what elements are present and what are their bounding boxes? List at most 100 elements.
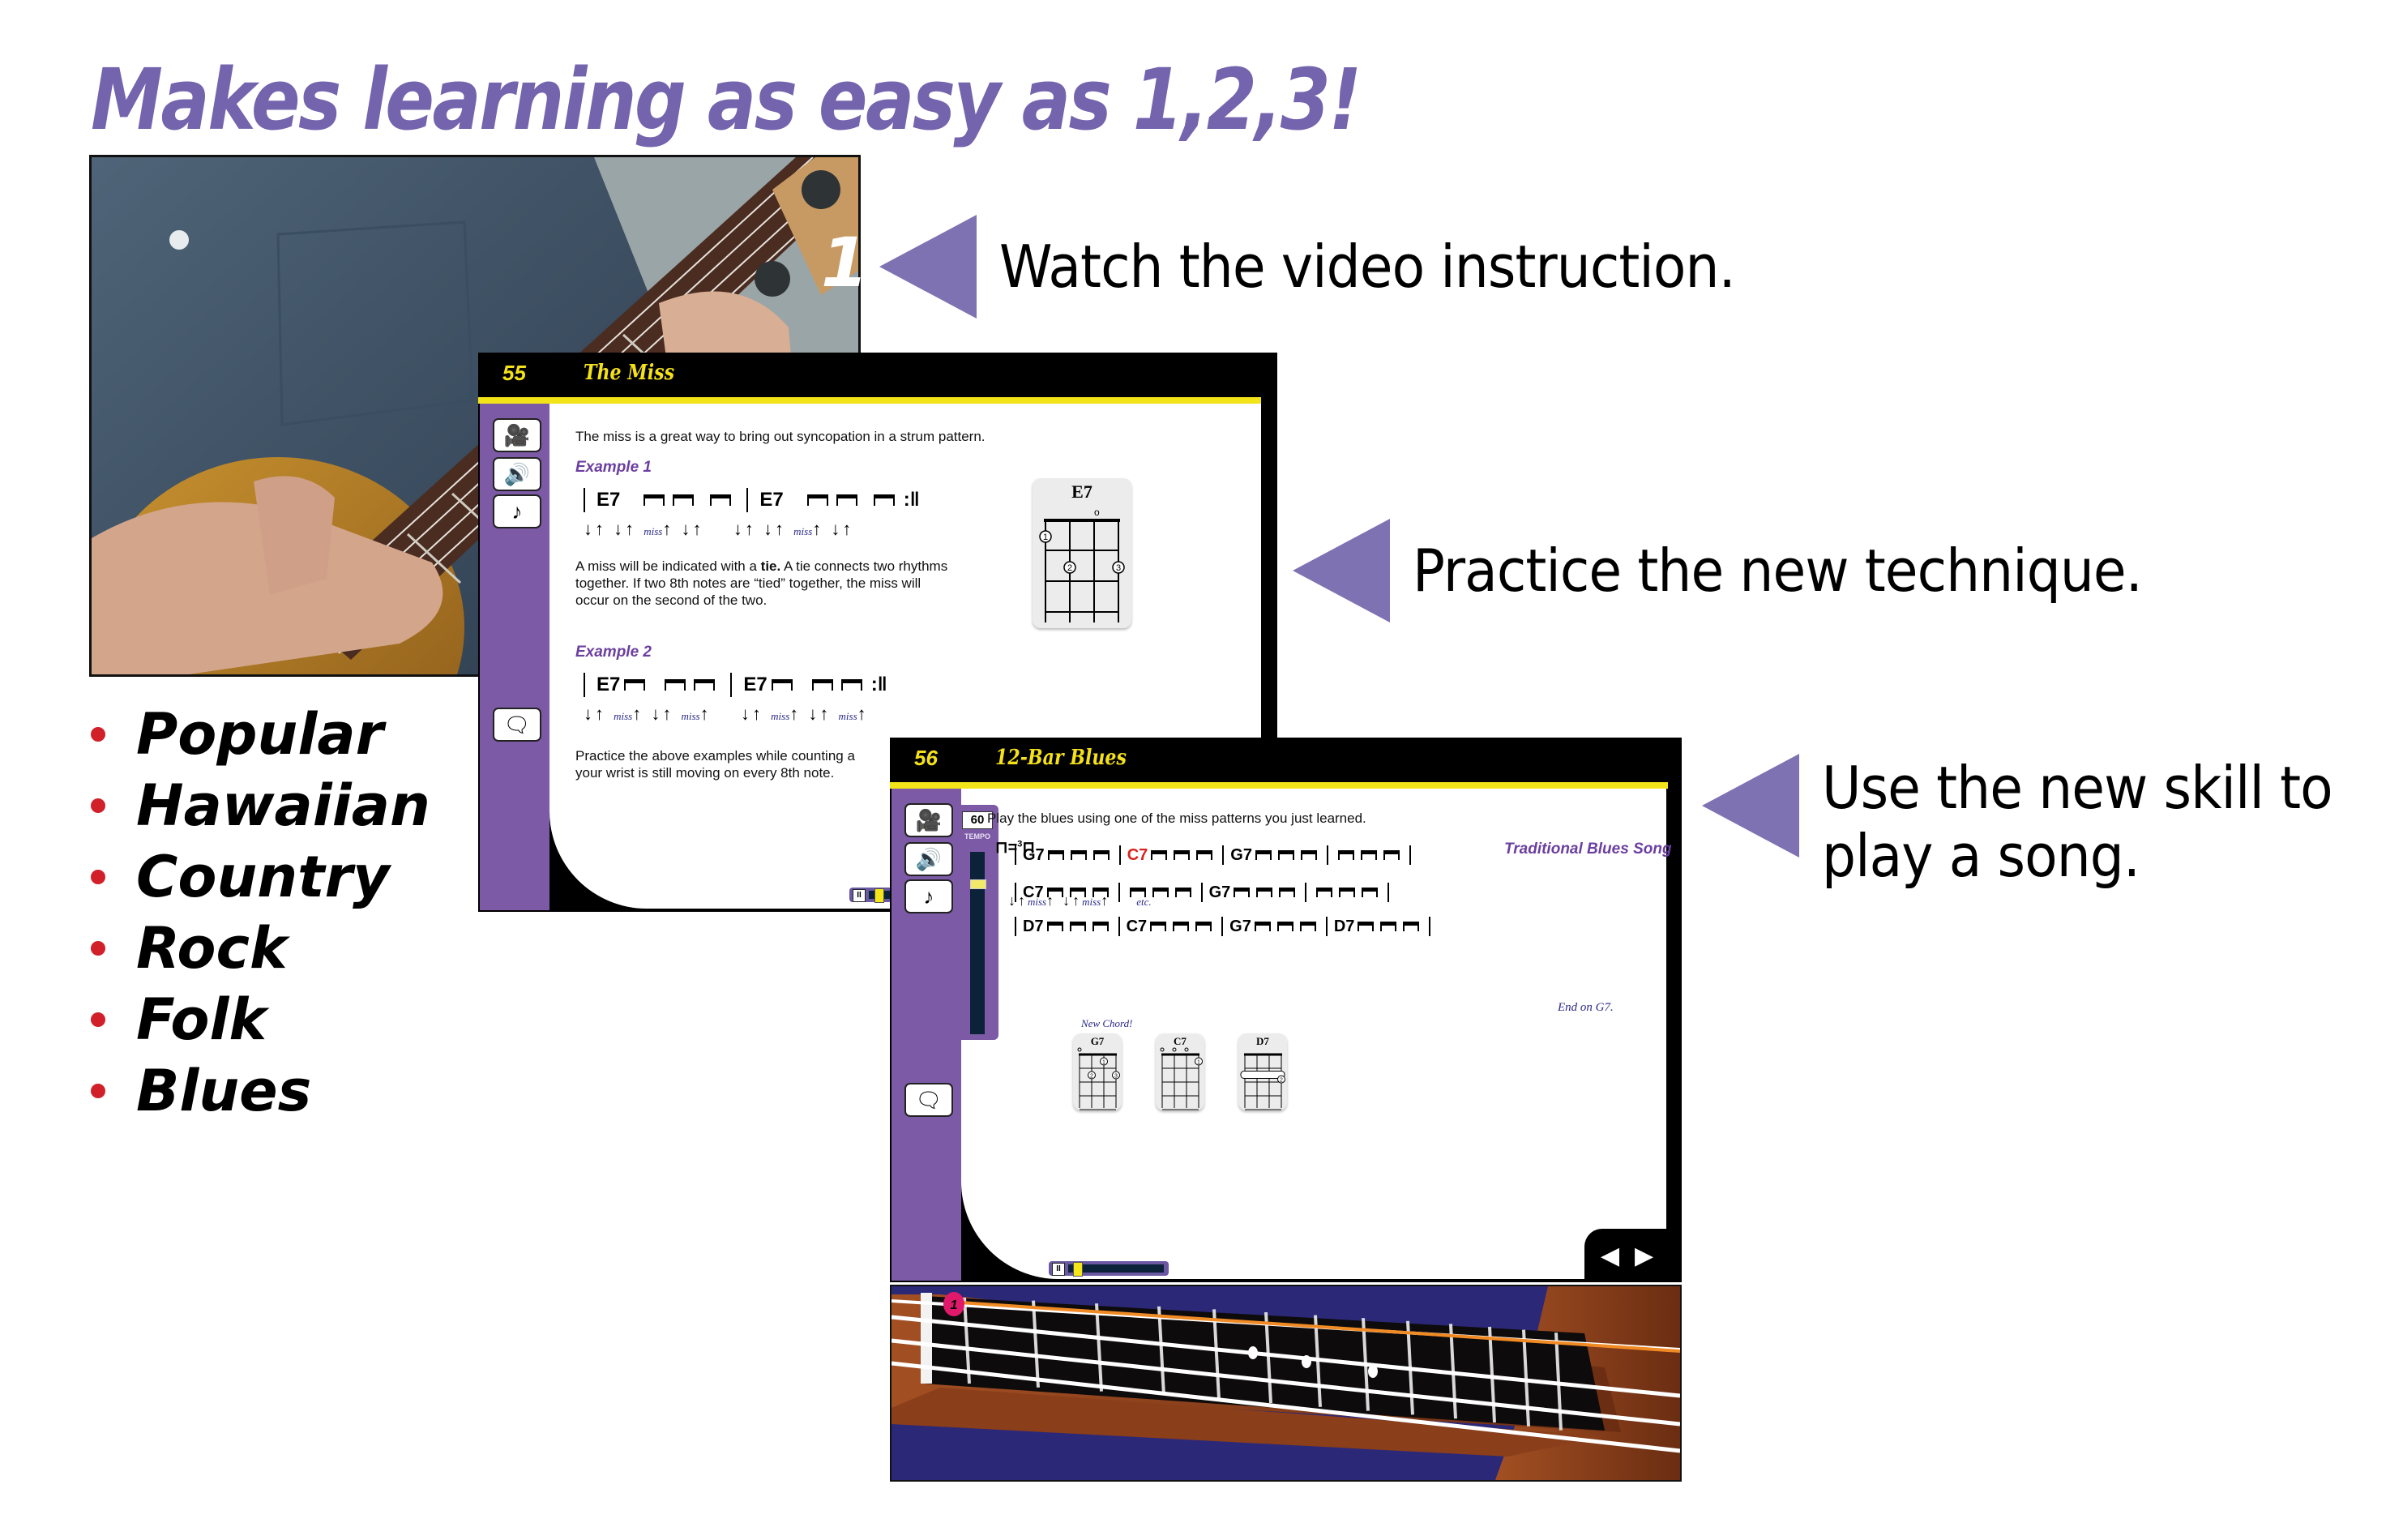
video-icon[interactable]: 🎥 bbox=[493, 418, 541, 452]
chord-grid: 1 bbox=[1160, 1047, 1203, 1110]
audio-icon[interactable]: 🔊 bbox=[904, 842, 953, 876]
example-1-strum: ↓↑ ↓↑ miss↑ ↓↑ ↓↑ ↓↑ miss↑ ↓↑ bbox=[584, 519, 854, 539]
progress-track[interactable] bbox=[1068, 1262, 1164, 1277]
example-2-label: Example 2 bbox=[575, 644, 652, 661]
step-1-callout: 1 Watch the video instruction. bbox=[821, 215, 1799, 319]
step-arrow-icon: 2 bbox=[1234, 519, 1390, 622]
svg-text:2: 2 bbox=[1090, 1074, 1093, 1080]
chord-diagram-e7: E7 o 1 2 3 bbox=[1033, 478, 1131, 628]
svg-text:2: 2 bbox=[1067, 563, 1072, 573]
svg-text:3: 3 bbox=[1116, 563, 1121, 573]
bullet-dot-icon bbox=[91, 870, 105, 884]
pause-icon[interactable]: II bbox=[853, 889, 866, 902]
step-3-callout: 3 Use the new skill to play a song. bbox=[1644, 754, 2377, 890]
example-2-rhythm: E7 E7 :‖ bbox=[572, 673, 887, 697]
intro-text: The miss is a great way to bring out syn… bbox=[575, 429, 986, 444]
header-divider bbox=[478, 397, 1261, 404]
bullet-dot-icon bbox=[91, 1084, 105, 1098]
step-text: Watch the video instruction. bbox=[999, 233, 1736, 301]
chord-symbol: C7 bbox=[1126, 917, 1148, 935]
audio-icon[interactable]: 🔊 bbox=[493, 457, 541, 491]
chord-symbol: D7 bbox=[1333, 917, 1355, 935]
song-title: Traditional Blues Song bbox=[1504, 841, 1672, 858]
step-text: Use the new skill to play a song. bbox=[1822, 754, 2333, 890]
page-navigation: ◀ ▶ bbox=[1584, 1229, 1680, 1281]
lesson-content: 60 TEMPO Play the blues using one of the… bbox=[956, 789, 1672, 1279]
svg-text:1: 1 bbox=[1043, 533, 1048, 542]
bullet-dot-icon bbox=[91, 727, 105, 742]
video-icon[interactable]: 🎥 bbox=[904, 803, 953, 837]
chord-symbol: D7 bbox=[1023, 917, 1044, 935]
notation-icon[interactable]: ♪ bbox=[493, 494, 541, 528]
page-number: 55 bbox=[502, 361, 526, 385]
lesson-sidebar: 🎥 🔊 ♪ 🗨 bbox=[480, 404, 549, 910]
explanation-text: A miss will be indicated with a tie. A t… bbox=[575, 558, 948, 608]
bullet-dot-icon bbox=[91, 941, 105, 956]
blues-row: G7 C7 G7 bbox=[1008, 845, 1417, 865]
practice-text: Practice the above examples while counti… bbox=[575, 748, 855, 781]
chord-diagram-c7: C7 1 bbox=[1156, 1033, 1204, 1110]
notation-icon[interactable]: ♪ bbox=[904, 879, 953, 913]
intro-text: Play the blues using one of the miss pat… bbox=[987, 811, 1366, 826]
genre-list: Popular Hawaiian Country Rock Folk Blues bbox=[91, 699, 430, 1127]
step-arrow-icon: 3 bbox=[1644, 754, 1799, 858]
genre-item: Country bbox=[91, 841, 430, 913]
chord-grid: 2 bbox=[1240, 1053, 1285, 1110]
genre-item: Popular bbox=[91, 699, 430, 770]
step-text-line: play a song. bbox=[1822, 822, 2140, 890]
step-arrow-icon: 1 bbox=[821, 215, 977, 319]
chord-symbol: G7 bbox=[1230, 845, 1252, 864]
example-1-label: Example 1 bbox=[575, 459, 652, 476]
chord-grid: 1 2 3 bbox=[1077, 1047, 1120, 1110]
chord-grid: o 1 2 3 bbox=[1039, 507, 1125, 622]
step-text-line: Use the new skill to bbox=[1822, 754, 2333, 822]
tempo-knob[interactable] bbox=[970, 879, 986, 889]
svg-text:3: 3 bbox=[1114, 1074, 1118, 1080]
step-text: Practice the new technique. bbox=[1413, 537, 2143, 605]
prev-page-icon[interactable]: ◀ bbox=[1601, 1242, 1619, 1270]
lesson-title: The Miss bbox=[584, 361, 675, 385]
svg-text:1: 1 bbox=[1102, 1060, 1105, 1066]
lesson-header: 55 The Miss bbox=[478, 353, 1277, 397]
progress-knob[interactable] bbox=[874, 888, 884, 903]
tempo-track[interactable] bbox=[970, 852, 986, 1034]
page-number: 56 bbox=[914, 746, 938, 770]
headline: Makes learning as easy as 1,2,3! bbox=[91, 50, 1362, 149]
progress-knob[interactable] bbox=[1072, 1262, 1083, 1277]
ukulele-fretboard-image: 1 bbox=[892, 1286, 1680, 1480]
genre-item: Rock bbox=[91, 913, 430, 984]
playback-progress-bar[interactable]: II bbox=[1049, 1261, 1169, 1277]
svg-text:1: 1 bbox=[1197, 1060, 1200, 1066]
chord-symbol: G7 bbox=[1023, 845, 1045, 864]
chord-symbol: G7 bbox=[1208, 883, 1231, 901]
lesson-title: 12-Bar Blues bbox=[995, 746, 1127, 770]
genre-item: Blues bbox=[91, 1055, 430, 1127]
step-2-callout: 2 Practice the new technique. bbox=[1234, 519, 2205, 622]
blues-row: D7 C7 G7 D7 bbox=[1008, 917, 1437, 936]
chord-diagram-g7: G7 1 2 3 bbox=[1073, 1033, 1122, 1110]
end-note: End on G7. bbox=[1558, 1001, 1614, 1014]
lesson-header: 56 12-Bar Blues bbox=[890, 738, 1682, 782]
lesson-sidebar: 🎥 🔊 ♪ 🗨 bbox=[892, 789, 961, 1281]
blues-strum: ↓↑miss↑ ↓↑miss↑ etc. bbox=[1008, 892, 1152, 909]
svg-text:o: o bbox=[1094, 507, 1100, 518]
chord-symbol: C7 bbox=[1127, 845, 1148, 864]
pause-icon[interactable]: II bbox=[1052, 1263, 1065, 1276]
svg-text:2: 2 bbox=[1280, 1078, 1283, 1084]
chord-diagram-d7: D7 2 bbox=[1238, 1033, 1287, 1110]
help-icon[interactable]: 🗨 bbox=[904, 1083, 953, 1117]
genre-item: Folk bbox=[91, 984, 430, 1055]
tempo-label: TEMPO bbox=[964, 832, 990, 841]
header-divider bbox=[890, 782, 1668, 789]
help-icon[interactable]: 🗨 bbox=[493, 708, 541, 742]
next-page-icon[interactable]: ▶ bbox=[1635, 1242, 1653, 1270]
new-chord-label: New Chord! bbox=[1081, 1017, 1133, 1029]
example-2-strum: ↓↑ miss↑ ↓↑ miss↑ ↓↑ miss↑ ↓↑ miss↑ bbox=[584, 704, 869, 724]
genre-item: Hawaiian bbox=[91, 770, 430, 841]
lesson-screen-56: 56 12-Bar Blues 🎥 🔊 ♪ 🗨 60 TEMPO Play th… bbox=[890, 738, 1682, 1282]
example-1-rhythm: E7 E7 :‖ bbox=[572, 488, 920, 512]
fretboard-animation: 1 bbox=[890, 1285, 1682, 1482]
chord-symbol: G7 bbox=[1229, 917, 1251, 935]
finger-number: 1 bbox=[951, 1298, 958, 1312]
tempo-slider[interactable]: 60 TEMPO bbox=[956, 805, 998, 1040]
